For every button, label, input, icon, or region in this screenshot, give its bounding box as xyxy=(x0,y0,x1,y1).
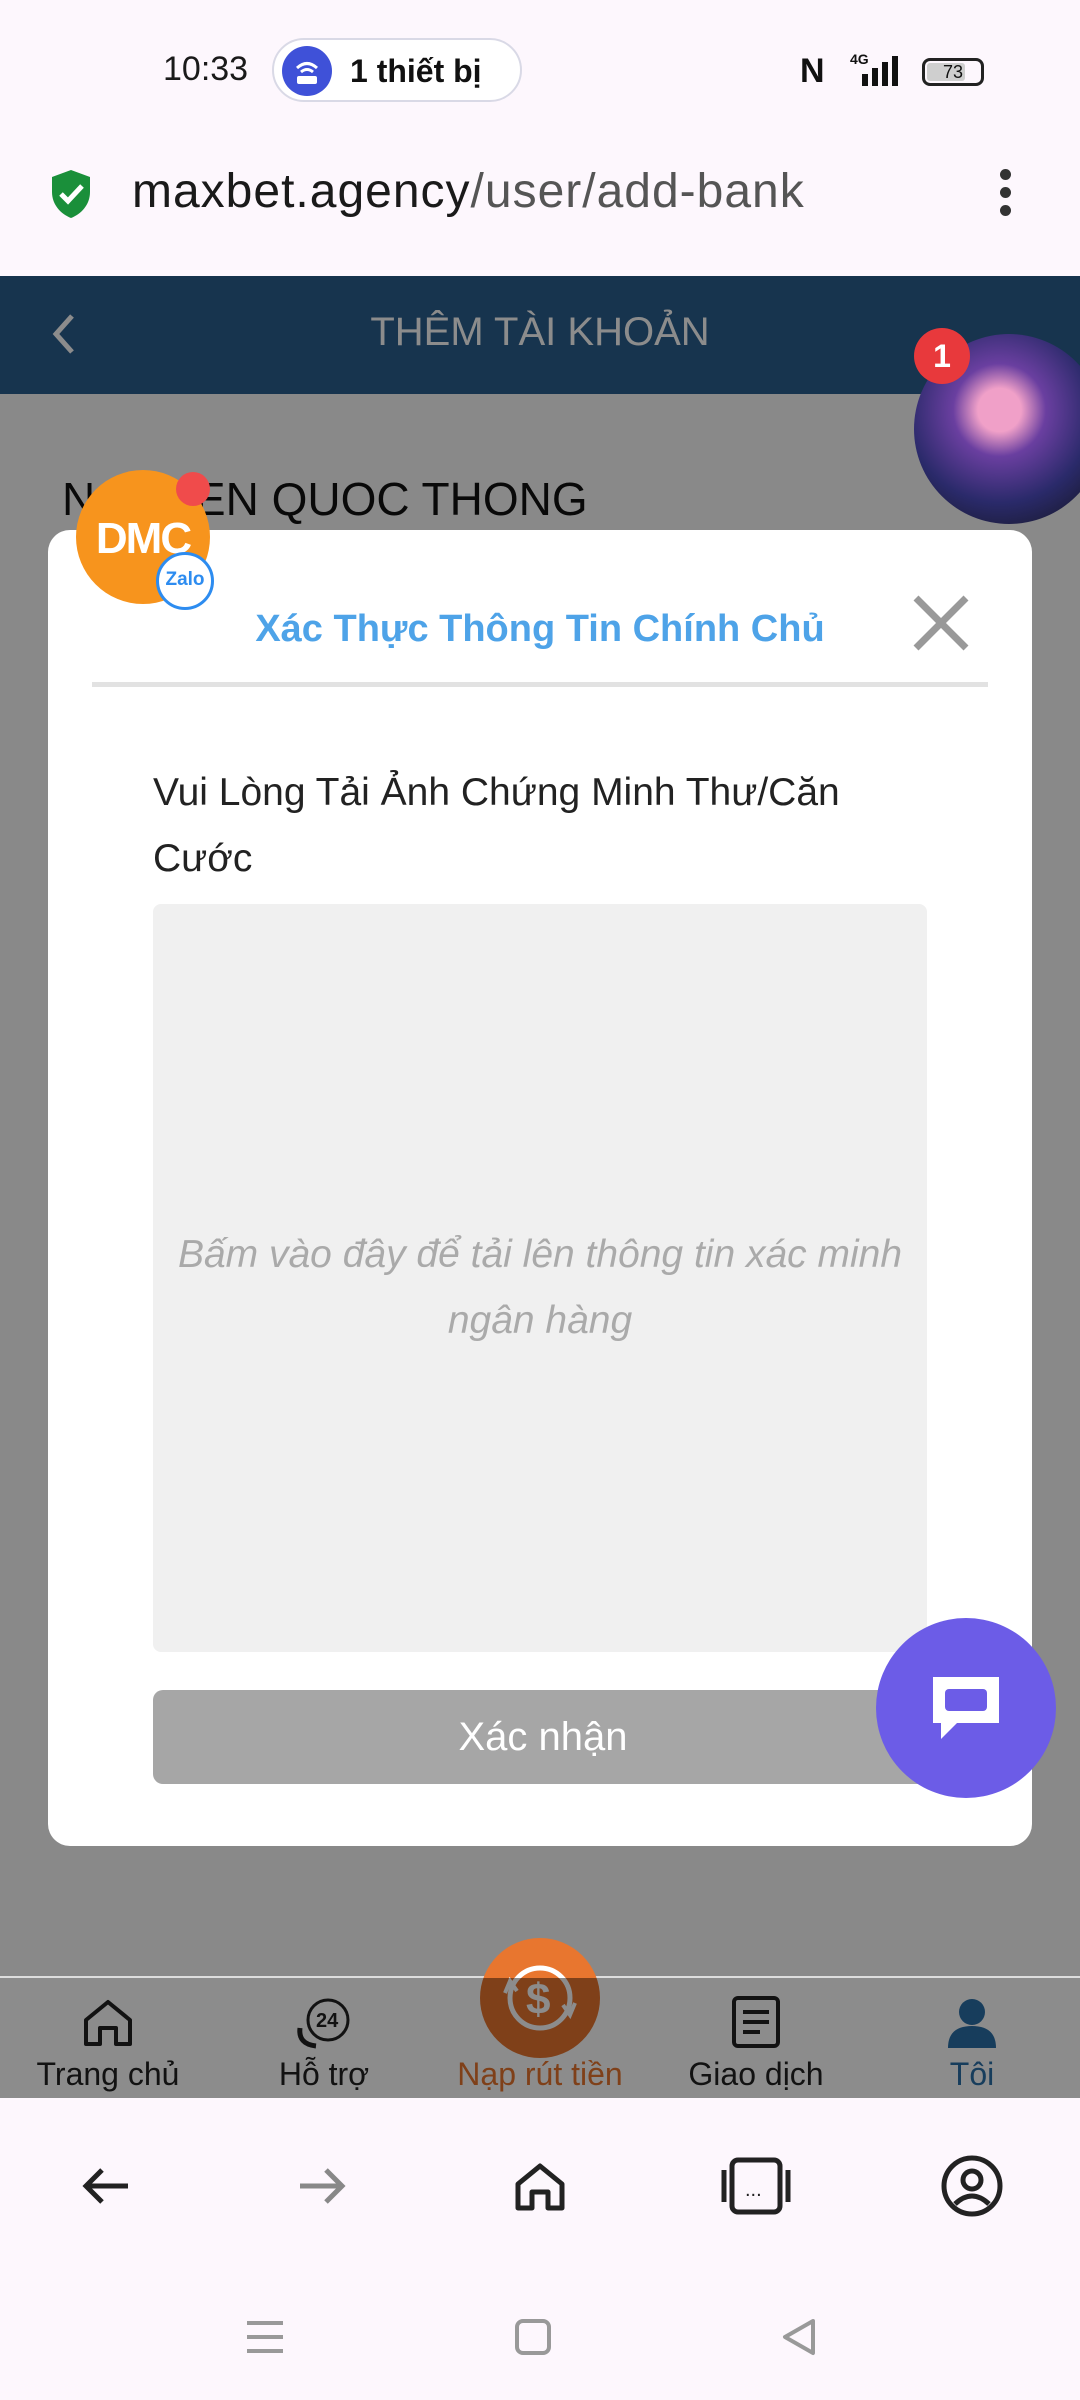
zalo-label: Zalo xyxy=(165,569,205,590)
modal-divider xyxy=(92,682,988,687)
nav-item-home[interactable]: Trang chủ xyxy=(18,1990,198,2093)
battery-icon: 73 xyxy=(922,58,984,86)
bottom-nav: Trang chủ 24 Hỗ trợ Nạp rút tiền Giao dị… xyxy=(0,1938,1080,2100)
support-24-icon: 24 xyxy=(234,1990,414,2054)
browser-toolbar: ... xyxy=(0,2098,1080,2270)
live-chat-button[interactable] xyxy=(876,1618,1056,1798)
notification-badge: 1 xyxy=(914,328,970,384)
status-bar: 10:33 1 thiết bị N 4G 73 xyxy=(0,0,1080,140)
tabs-icon[interactable]: ... xyxy=(718,2148,794,2224)
home-icon[interactable] xyxy=(502,2148,578,2224)
url-domain: maxbet.agency xyxy=(132,165,471,218)
back-icon[interactable] xyxy=(68,2148,144,2224)
zalo-chat-badge[interactable]: DMC Zalo xyxy=(76,470,214,610)
hotspot-indicator[interactable]: 1 thiết bị xyxy=(272,38,522,102)
home-square-icon[interactable] xyxy=(508,2312,558,2362)
battery-percent: 73 xyxy=(942,62,964,82)
nav-item-transactions[interactable]: Giao dịch xyxy=(666,1990,846,2093)
forward-icon[interactable] xyxy=(284,2148,360,2224)
upload-label: Vui Lòng Tải Ảnh Chứng Minh Thư/Căn Cước xyxy=(153,771,840,880)
hotspot-icon xyxy=(282,46,332,96)
back-triangle-icon[interactable] xyxy=(774,2312,824,2362)
svg-text:24: 24 xyxy=(316,2010,339,2032)
nav-label: Giao dịch xyxy=(688,2056,824,2092)
zalo-icon: Zalo xyxy=(156,552,214,610)
browser-url-bar[interactable]: maxbet.agency/user/add-bank xyxy=(0,140,1080,276)
svg-text:...: ... xyxy=(745,2179,762,2201)
upload-dropzone[interactable]: Bấm vào đây để tải lên thông tin xác min… xyxy=(153,904,927,1652)
verification-modal: Xác Thực Thông Tin Chính Chủ Vui Lòng Tả… xyxy=(48,530,1032,1846)
status-time: 10:33 xyxy=(163,50,249,88)
dollar-exchange-icon[interactable]: $ xyxy=(480,1938,600,2058)
account-icon[interactable] xyxy=(934,2148,1010,2224)
url-path: /user/add-bank xyxy=(470,165,805,218)
transaction-list-icon xyxy=(666,1990,846,2054)
nav-label: Trang chủ xyxy=(36,2056,180,2092)
nav-label: Nạp rút tiền xyxy=(457,2056,623,2092)
nav-item-me[interactable]: Tôi xyxy=(882,1990,1062,2093)
signal-icon: 4G xyxy=(848,50,908,95)
recent-apps-icon[interactable] xyxy=(240,2312,290,2362)
shield-check-icon[interactable] xyxy=(48,168,94,225)
upload-hint: Bấm vào đây để tải lên thông tin xác min… xyxy=(177,1233,903,1342)
system-nav-bar xyxy=(0,2270,1080,2400)
nav-label: Hỗ trợ xyxy=(278,2056,370,2092)
url-text[interactable]: maxbet.agency/user/add-bank xyxy=(132,164,805,219)
browser-menu-icon[interactable] xyxy=(990,162,1020,222)
close-icon[interactable] xyxy=(906,588,976,658)
notification-dot xyxy=(176,472,210,506)
modal-title: Xác Thực Thông Tin Chính Chủ xyxy=(255,608,825,650)
svg-text:$: $ xyxy=(526,1975,550,2024)
nav-label: Tôi xyxy=(949,2056,995,2092)
network-type: 4G xyxy=(850,51,869,67)
nav-item-support[interactable]: 24 Hỗ trợ xyxy=(234,1990,414,2093)
confirm-button[interactable]: Xác nhận xyxy=(153,1690,933,1784)
home-icon xyxy=(18,1990,198,2054)
chat-bubble-icon xyxy=(933,1677,999,1739)
user-icon xyxy=(882,1990,1062,2054)
hotspot-label: 1 thiết bị xyxy=(350,53,482,89)
nfc-icon: N xyxy=(800,52,825,90)
